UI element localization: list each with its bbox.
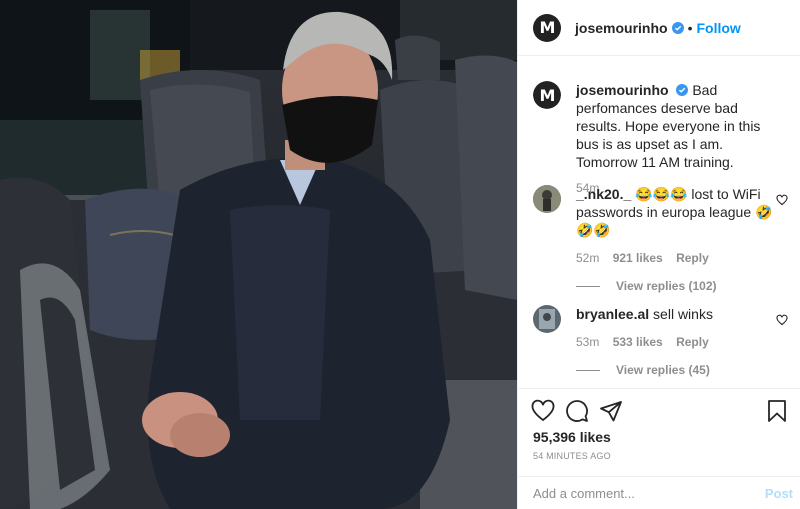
instagram-post: M josemourinho • Follow M josemourinho B… [0, 0, 800, 509]
likes-count[interactable]: 95,396 likes [533, 429, 611, 445]
verified-badge-icon [671, 21, 684, 34]
comment-like-heart-icon[interactable] [776, 194, 788, 206]
reply-button[interactable]: Reply [676, 335, 709, 349]
avatar-photo [533, 185, 561, 213]
view-replies-label: View replies (45) [616, 363, 710, 377]
avatar-photo [533, 305, 561, 333]
comments-section[interactable]: M josemourinho Bad perfomances deserve b… [518, 57, 800, 387]
face-mask [282, 96, 378, 163]
comment-username[interactable]: bryanlee.al [576, 306, 649, 322]
divider-line [576, 369, 600, 371]
comment-body: bryanlee.al sell winks 53m 533 likes Rep… [576, 305, 786, 379]
share-icon[interactable] [599, 399, 623, 423]
comment-meta: 52m 921 likes Reply [576, 249, 786, 267]
follow-button[interactable]: Follow [696, 20, 740, 36]
action-icons [531, 399, 791, 423]
comment-username[interactable]: _.nk20._ [576, 186, 631, 202]
post-side-panel: M josemourinho • Follow M josemourinho B… [517, 0, 800, 509]
post-header: M josemourinho • Follow [518, 0, 800, 56]
comment-like-heart-icon[interactable] [776, 314, 788, 326]
divider-line [576, 285, 600, 287]
comment-likes[interactable]: 533 likes [613, 335, 663, 349]
caption-avatar[interactable]: M [533, 81, 561, 109]
comment-avatar[interactable] [533, 305, 561, 333]
add-comment-input[interactable] [533, 485, 765, 501]
view-replies-button[interactable]: View replies (45) [576, 361, 786, 379]
photo-illustration [0, 0, 517, 509]
view-replies-button[interactable]: View replies (102) [576, 277, 786, 295]
post-timestamp[interactable]: 54 MINUTES AGO [533, 451, 611, 461]
caption-body: josemourinho Bad perfomances deserve bad… [576, 81, 786, 197]
separator-dot: • [687, 19, 693, 36]
comment-icon[interactable] [565, 399, 589, 423]
add-comment-bar: Post [518, 476, 800, 509]
comment-time[interactable]: 52m [576, 251, 599, 265]
caption-avatar-letter: M [533, 81, 561, 109]
view-replies-label: View replies (102) [616, 279, 717, 293]
comment-meta: 53m 533 likes Reply [576, 333, 786, 351]
bookmark-icon[interactable] [765, 399, 789, 423]
author-avatar[interactable]: M [533, 13, 561, 42]
comment-body: _.nk20._ 😂😂😂 lost to WiFi passwords in e… [576, 185, 786, 295]
comment-time[interactable]: 53m [576, 335, 599, 349]
post-photo[interactable] [0, 0, 517, 509]
author-username[interactable]: josemourinho [575, 20, 668, 36]
comment-likes[interactable]: 921 likes [613, 251, 663, 265]
comment-avatar[interactable] [533, 185, 561, 213]
caption-username[interactable]: josemourinho [576, 82, 669, 98]
comment-text: sell winks [653, 306, 713, 322]
reply-button[interactable]: Reply [676, 251, 709, 265]
heart-icon[interactable] [531, 399, 555, 423]
verified-badge-icon [676, 84, 689, 96]
post-comment-button[interactable]: Post [765, 486, 793, 501]
